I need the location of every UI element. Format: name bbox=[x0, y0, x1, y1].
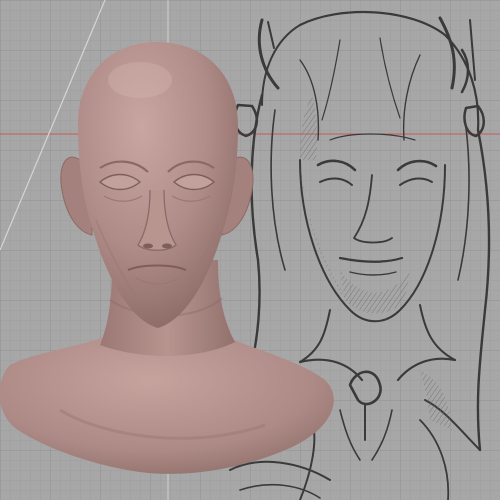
3d-viewport[interactable] bbox=[0, 0, 500, 500]
